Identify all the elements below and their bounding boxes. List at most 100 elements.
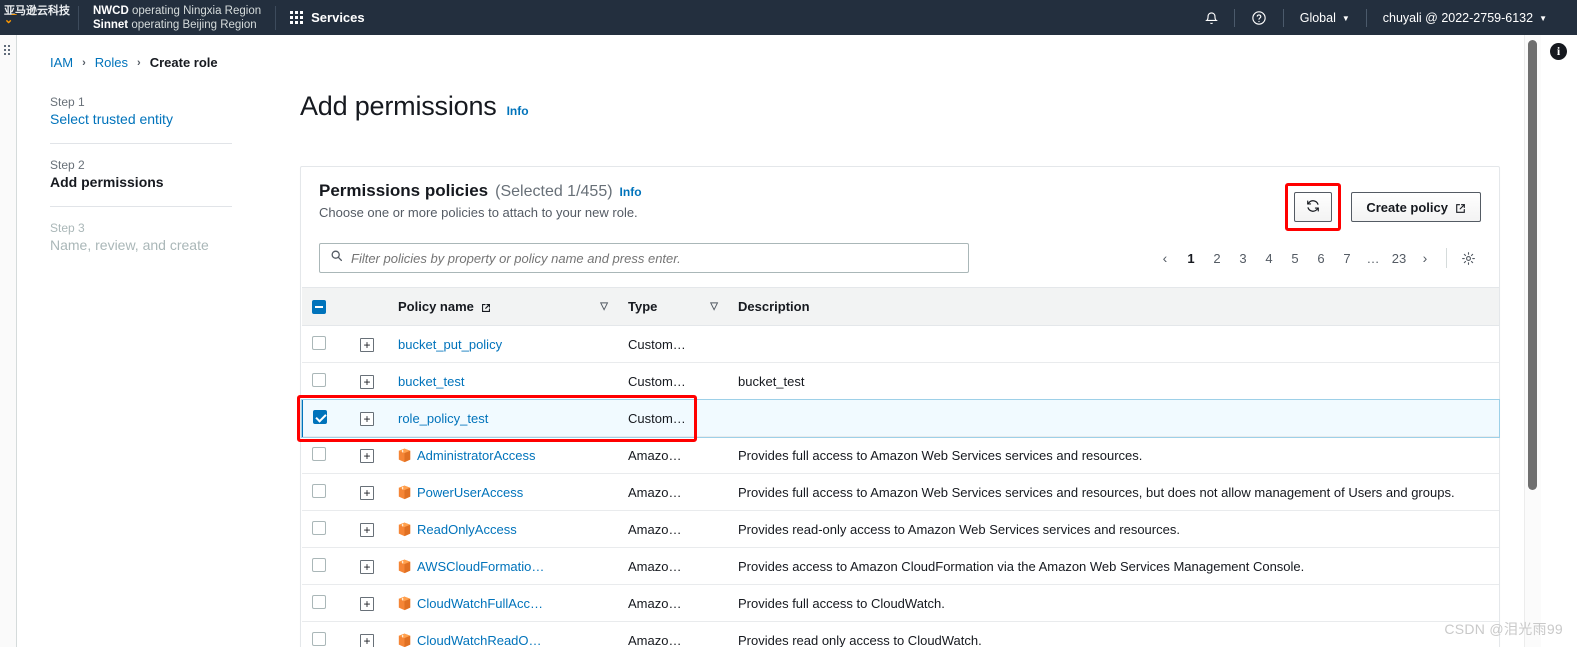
select-all-checkbox[interactable]	[312, 299, 326, 314]
step-1-label[interactable]: Select trusted entity	[50, 111, 232, 127]
expand-row-icon[interactable]: +	[360, 411, 374, 426]
row-select-cell[interactable]	[301, 399, 350, 437]
row-policy-name-cell[interactable]: AWSCloudFormatio…	[388, 547, 618, 585]
refresh-button[interactable]	[1294, 192, 1333, 222]
services-menu-button[interactable]: Services	[276, 0, 379, 35]
brand-area[interactable]: 亚马逊云科技 ⌄‾	[0, 0, 78, 35]
row-expand-cell[interactable]: +	[350, 510, 388, 548]
page-info-link[interactable]: Info	[507, 104, 529, 118]
aws-china-logo[interactable]: 亚马逊云科技 ⌄‾	[2, 6, 78, 26]
page-scrollbar-thumb[interactable]	[1528, 40, 1537, 490]
table-row[interactable]: + role_policy_test Custom…	[301, 398, 1500, 438]
row-expand-cell[interactable]: +	[350, 547, 388, 585]
page-button-7[interactable]: 7	[1334, 245, 1360, 271]
policy-name-link[interactable]: role_policy_test	[398, 411, 488, 426]
notifications-button[interactable]	[1188, 0, 1234, 35]
search-input[interactable]	[351, 250, 958, 266]
row-policy-name-cell[interactable]: bucket_test	[388, 362, 618, 400]
row-expand-cell[interactable]: +	[350, 399, 388, 437]
row-select-cell[interactable]	[302, 436, 350, 474]
row-checkbox[interactable]	[312, 631, 326, 646]
row-policy-name-cell[interactable]: ReadOnlyAccess	[388, 510, 618, 548]
page-button-23[interactable]: 23	[1386, 245, 1412, 271]
row-policy-name-cell[interactable]: role_policy_test	[388, 399, 618, 437]
page-button-2[interactable]: 2	[1204, 245, 1230, 271]
row-select-cell[interactable]	[302, 547, 350, 585]
policy-name-link[interactable]: bucket_put_policy	[398, 337, 502, 352]
policy-name-link[interactable]: CloudWatchFullAcc…	[417, 596, 543, 611]
page-button-1[interactable]: 1	[1178, 245, 1204, 271]
expand-row-icon[interactable]: +	[360, 633, 374, 647]
row-policy-name-cell[interactable]: CloudWatchReadO…	[388, 621, 618, 647]
table-row[interactable]: + CloudWatchReadO… Amazo… Provides read onl…	[302, 621, 1499, 647]
row-policy-name-cell[interactable]: AdministratorAccess	[388, 436, 618, 474]
panel-toggle-icon[interactable]	[4, 45, 10, 55]
row-select-cell[interactable]	[302, 510, 350, 548]
row-expand-cell[interactable]: +	[350, 473, 388, 511]
expand-row-icon[interactable]: +	[360, 559, 374, 574]
wizard-step-1[interactable]: Step 1 Select trusted entity	[50, 95, 232, 127]
row-checkbox[interactable]	[312, 594, 326, 609]
row-checkbox[interactable]	[312, 446, 326, 461]
table-row[interactable]: + AdministratorAccess Amazo… Provides full …	[302, 436, 1499, 474]
policy-name-link[interactable]: CloudWatchReadO…	[417, 633, 542, 647]
policy-name-link[interactable]: ReadOnlyAccess	[417, 522, 517, 537]
row-expand-cell[interactable]: +	[350, 621, 388, 647]
chevron-left-icon[interactable]: ‹	[1152, 245, 1178, 271]
help-panel-info-icon[interactable]: i	[1550, 43, 1567, 60]
wizard-step-2[interactable]: Step 2 Add permissions	[50, 158, 232, 190]
row-checkbox[interactable]	[312, 520, 326, 535]
account-menu[interactable]: chuyali @ 2022-2759-6132 ▼	[1367, 0, 1563, 35]
card-info-link[interactable]: Info	[620, 185, 642, 199]
expand-row-icon[interactable]: +	[360, 448, 374, 463]
help-button[interactable]	[1235, 0, 1283, 35]
create-policy-button[interactable]: Create policy	[1351, 192, 1481, 222]
policy-name-link[interactable]: bucket_test	[398, 374, 465, 389]
left-panel-rail[interactable]	[0, 35, 17, 647]
table-row[interactable]: + bucket_test Custom… bucket_test	[302, 362, 1499, 400]
expand-row-icon[interactable]: +	[360, 522, 374, 537]
row-expand-cell[interactable]: +	[350, 325, 388, 363]
row-expand-cell[interactable]: +	[350, 362, 388, 400]
table-row[interactable]: + bucket_put_policy Custom…	[302, 325, 1499, 363]
breadcrumb-item-iam[interactable]: IAM	[50, 55, 73, 70]
policy-name-link[interactable]: PowerUserAccess	[417, 485, 523, 500]
row-select-cell[interactable]	[302, 473, 350, 511]
row-select-cell[interactable]	[302, 621, 350, 647]
policy-name-link[interactable]: AWSCloudFormatio…	[417, 559, 544, 574]
row-checkbox[interactable]	[312, 372, 326, 387]
expand-row-icon[interactable]: +	[360, 374, 374, 389]
table-row[interactable]: + AWSCloudFormatio… Amazo… Provides access …	[302, 547, 1499, 585]
breadcrumb-item-roles[interactable]: Roles	[95, 55, 128, 70]
page-button-3[interactable]: 3	[1230, 245, 1256, 271]
region-selector[interactable]: Global ▼	[1284, 0, 1366, 35]
gear-icon[interactable]	[1455, 245, 1481, 271]
row-expand-cell[interactable]: +	[350, 436, 388, 474]
header-type[interactable]: Type ▽	[618, 287, 728, 326]
table-row[interactable]: + CloudWatchFullAcc… Amazo… Provides full a…	[302, 584, 1499, 622]
policy-name-link[interactable]: AdministratorAccess	[417, 448, 535, 463]
row-policy-name-cell[interactable]: PowerUserAccess	[388, 473, 618, 511]
row-expand-cell[interactable]: +	[350, 584, 388, 622]
row-checkbox[interactable]	[312, 557, 326, 572]
sort-descending-icon[interactable]: ▽	[710, 301, 718, 312]
page-button-4[interactable]: 4	[1256, 245, 1282, 271]
row-select-cell[interactable]	[302, 362, 350, 400]
row-select-cell[interactable]	[302, 584, 350, 622]
page-button-6[interactable]: 6	[1308, 245, 1334, 271]
chevron-right-icon[interactable]: ›	[1412, 245, 1438, 271]
sort-descending-icon[interactable]: ▽	[600, 301, 608, 312]
table-row[interactable]: + ReadOnlyAccess Amazo… Provides read-only …	[302, 510, 1499, 548]
row-checkbox[interactable]	[312, 483, 326, 498]
expand-row-icon[interactable]: +	[360, 485, 374, 500]
header-policy-name[interactable]: Policy name ▽	[388, 287, 618, 326]
row-select-cell[interactable]	[302, 325, 350, 363]
expand-row-icon[interactable]: +	[360, 337, 374, 352]
row-policy-name-cell[interactable]: bucket_put_policy	[388, 325, 618, 363]
row-policy-name-cell[interactable]: CloudWatchFullAcc…	[388, 584, 618, 622]
expand-row-icon[interactable]: +	[360, 596, 374, 611]
table-row[interactable]: + PowerUserAccess Amazo… Provides full acce…	[302, 473, 1499, 511]
row-checkbox[interactable]	[313, 409, 327, 424]
search-box[interactable]	[319, 243, 969, 273]
page-button-5[interactable]: 5	[1282, 245, 1308, 271]
